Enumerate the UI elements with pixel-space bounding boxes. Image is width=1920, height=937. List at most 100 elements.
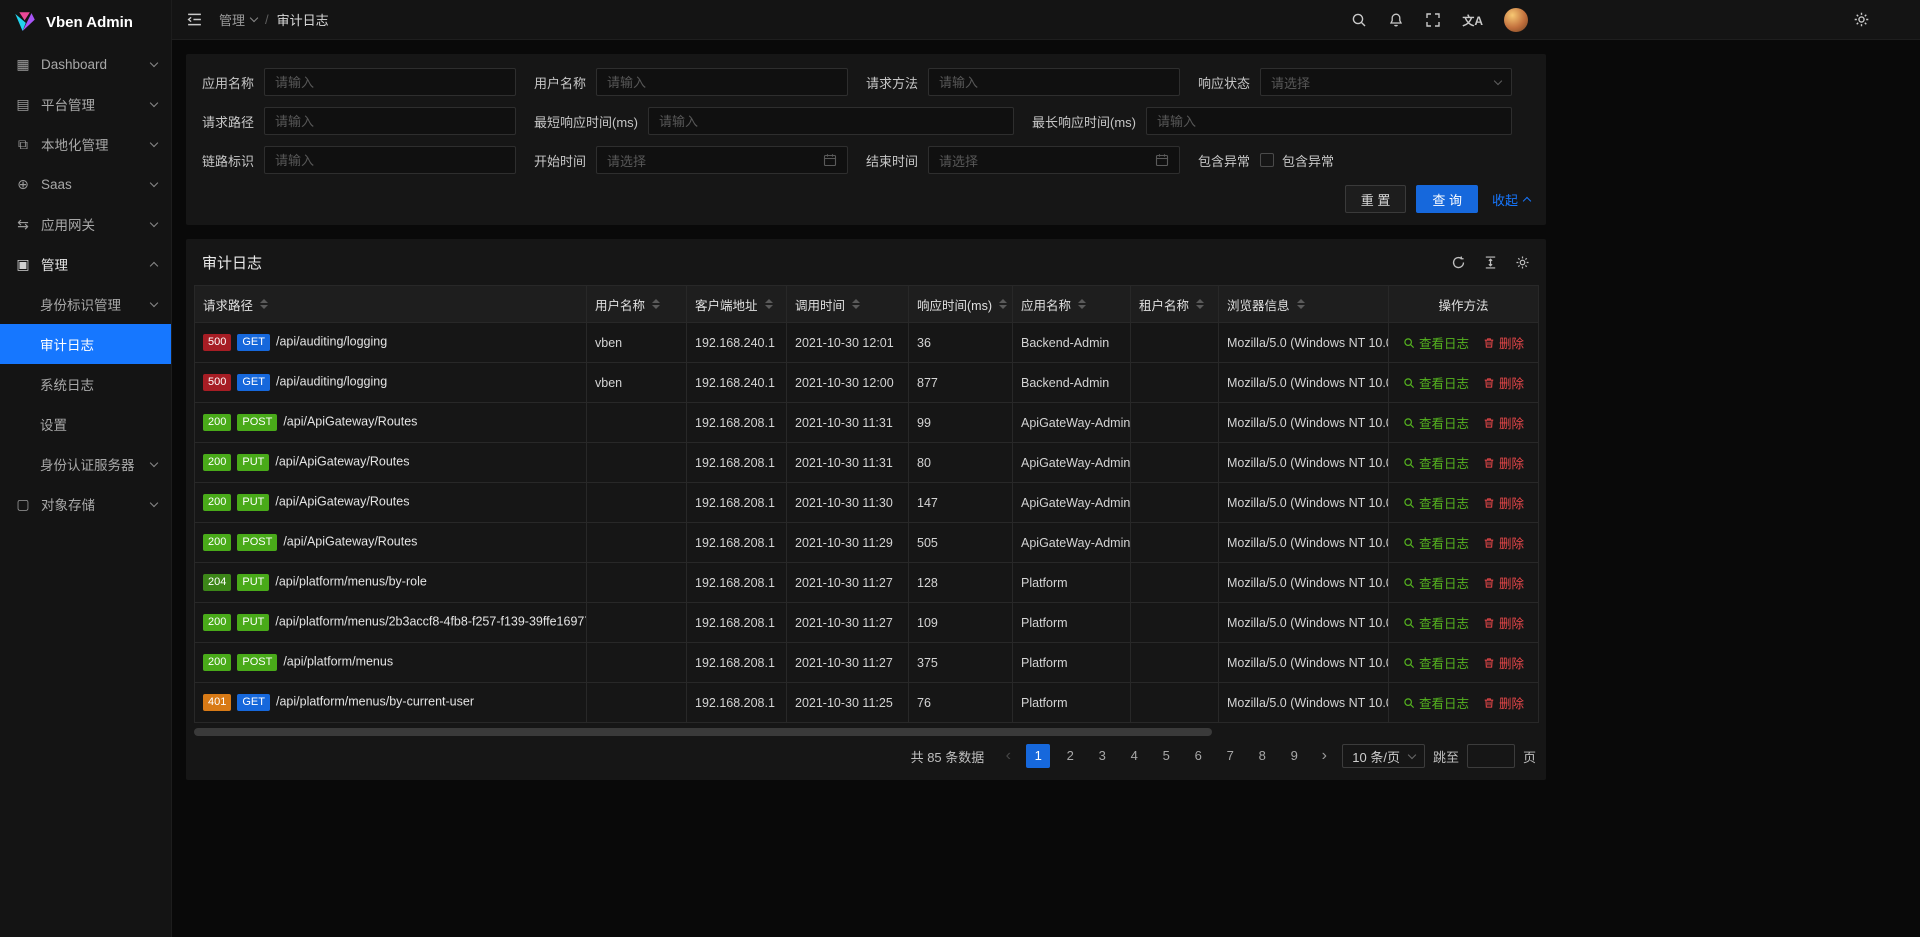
filter-input[interactable] — [596, 68, 848, 96]
search-icon[interactable] — [1351, 12, 1367, 28]
view-log-link[interactable]: 查看日志 — [1403, 413, 1469, 432]
sidebar-item-0[interactable]: ▦Dashboard — [0, 44, 171, 84]
sort-icon[interactable] — [765, 299, 773, 309]
column-header[interactable]: 客户端地址 — [687, 286, 787, 323]
fullscreen-icon[interactable] — [1425, 12, 1441, 28]
sort-icon[interactable] — [852, 299, 860, 309]
column-header[interactable]: 浏览器信息 — [1219, 286, 1389, 323]
delete-link[interactable]: 删除 — [1483, 573, 1524, 592]
settings-gear-icon[interactable] — [1853, 11, 1870, 28]
filter-input[interactable] — [264, 68, 516, 96]
method-tag: POST — [237, 414, 277, 430]
sidebar-item-2[interactable]: ⧉本地化管理 — [0, 124, 171, 164]
view-log-link[interactable]: 查看日志 — [1403, 333, 1469, 352]
filter-date-picker[interactable]: 请选择 — [928, 146, 1180, 174]
filter-date-picker[interactable]: 请选择 — [596, 146, 848, 174]
column-header[interactable]: 租户名称 — [1131, 286, 1219, 323]
page-button-6[interactable]: 6 — [1186, 744, 1210, 768]
filter-input[interactable] — [264, 107, 516, 135]
page-button-9[interactable]: 9 — [1282, 744, 1306, 768]
field-label: 最长响应时间(ms) — [1032, 112, 1136, 131]
sort-icon[interactable] — [1297, 299, 1305, 309]
view-log-link[interactable]: 查看日志 — [1403, 453, 1469, 472]
collapse-link[interactable]: 收起 — [1492, 190, 1530, 209]
sidebar-subitem-5-2[interactable]: 系统日志 — [0, 364, 171, 404]
sidebar-item-5[interactable]: ▣管理 — [0, 244, 171, 284]
sort-icon[interactable] — [260, 299, 268, 309]
page-button-8[interactable]: 8 — [1250, 744, 1274, 768]
view-log-link[interactable]: 查看日志 — [1403, 373, 1469, 392]
trash-icon — [1483, 537, 1495, 549]
delete-link[interactable]: 删除 — [1483, 653, 1524, 672]
prev-page-button[interactable]: ‹ — [998, 744, 1018, 768]
sidebar-item-3[interactable]: ⊕Saas — [0, 164, 171, 204]
view-log-label: 查看日志 — [1419, 693, 1469, 712]
filter-input[interactable] — [928, 68, 1180, 96]
scrollbar-thumb[interactable] — [194, 728, 1212, 736]
menu-fold-icon[interactable] — [186, 11, 203, 28]
duration-cell: 147 — [909, 483, 1013, 523]
column-header[interactable]: 用户名称 — [587, 286, 687, 323]
sidebar-item-4[interactable]: ⇆应用网关 — [0, 204, 171, 244]
app-name-cell: Platform — [1013, 643, 1131, 683]
page-button-1[interactable]: 1 — [1026, 744, 1050, 768]
page-button-7[interactable]: 7 — [1218, 744, 1242, 768]
breadcrumb-root[interactable]: 管理 — [219, 10, 257, 29]
column-header[interactable]: 应用名称 — [1013, 286, 1131, 323]
page-button-4[interactable]: 4 — [1122, 744, 1146, 768]
view-log-link[interactable]: 查看日志 — [1403, 613, 1469, 632]
reset-button[interactable]: 重 置 — [1345, 185, 1407, 213]
filter-input[interactable] — [1146, 107, 1512, 135]
page-size-value: 10 条/页 — [1352, 747, 1400, 766]
sidebar-subitem-5-1[interactable]: 审计日志 — [0, 324, 171, 364]
delete-link[interactable]: 删除 — [1483, 333, 1524, 352]
column-header[interactable]: 调用时间 — [787, 286, 909, 323]
view-log-link[interactable]: 查看日志 — [1403, 693, 1469, 712]
notification-bell-icon[interactable] — [1388, 12, 1404, 28]
status-tag: 200 — [203, 654, 231, 670]
search-button[interactable]: 查 询 — [1416, 185, 1478, 213]
column-header[interactable]: 请求路径 — [195, 286, 587, 323]
browser-cell: Mozilla/5.0 (Windows NT 10.0; Win — [1219, 523, 1389, 563]
sidebar-subitem-5-4[interactable]: 身份认证服务器 — [0, 444, 171, 484]
view-log-link[interactable]: 查看日志 — [1403, 653, 1469, 672]
view-log-link[interactable]: 查看日志 — [1403, 493, 1469, 512]
page-button-3[interactable]: 3 — [1090, 744, 1114, 768]
user-avatar[interactable] — [1504, 8, 1528, 32]
page-size-select[interactable]: 10 条/页 — [1342, 744, 1425, 768]
jump-page-input[interactable] — [1467, 744, 1515, 768]
logo[interactable]: Vben Admin — [0, 0, 171, 44]
delete-link[interactable]: 删除 — [1483, 413, 1524, 432]
view-log-link[interactable]: 查看日志 — [1403, 573, 1469, 592]
sort-icon[interactable] — [1196, 299, 1204, 309]
column-header[interactable]: 响应时间(ms) — [909, 286, 1013, 323]
exception-checkbox[interactable] — [1260, 153, 1274, 167]
page-button-5[interactable]: 5 — [1154, 744, 1178, 768]
sort-icon[interactable] — [652, 299, 660, 309]
delete-link[interactable]: 删除 — [1483, 533, 1524, 552]
delete-link[interactable]: 删除 — [1483, 493, 1524, 512]
filter-input[interactable] — [648, 107, 1014, 135]
sidebar-subitem-5-0[interactable]: 身份标识管理 — [0, 284, 171, 324]
next-page-button[interactable]: › — [1314, 744, 1334, 768]
page-button-2[interactable]: 2 — [1058, 744, 1082, 768]
header-actions: 文A — [1351, 0, 1528, 40]
date-placeholder: 请选择 — [939, 151, 1155, 170]
delete-link[interactable]: 删除 — [1483, 373, 1524, 392]
sidebar-item-6[interactable]: ▢对象存储 — [0, 484, 171, 524]
view-log-link[interactable]: 查看日志 — [1403, 533, 1469, 552]
row-height-icon[interactable] — [1483, 255, 1498, 270]
refresh-icon[interactable] — [1451, 255, 1466, 270]
sort-icon[interactable] — [999, 299, 1007, 309]
filter-input[interactable] — [264, 146, 516, 174]
filter-select[interactable]: 请选择 — [1260, 68, 1512, 96]
delete-link[interactable]: 删除 — [1483, 453, 1524, 472]
translate-icon[interactable]: 文A — [1462, 12, 1483, 29]
actions-cell: 查看日志删除 — [1389, 483, 1539, 523]
sort-icon[interactable] — [1078, 299, 1086, 309]
table-settings-icon[interactable] — [1515, 255, 1530, 270]
delete-link[interactable]: 删除 — [1483, 613, 1524, 632]
sidebar-item-1[interactable]: ▤平台管理 — [0, 84, 171, 124]
sidebar-subitem-5-3[interactable]: 设置 — [0, 404, 171, 444]
delete-link[interactable]: 删除 — [1483, 693, 1524, 712]
